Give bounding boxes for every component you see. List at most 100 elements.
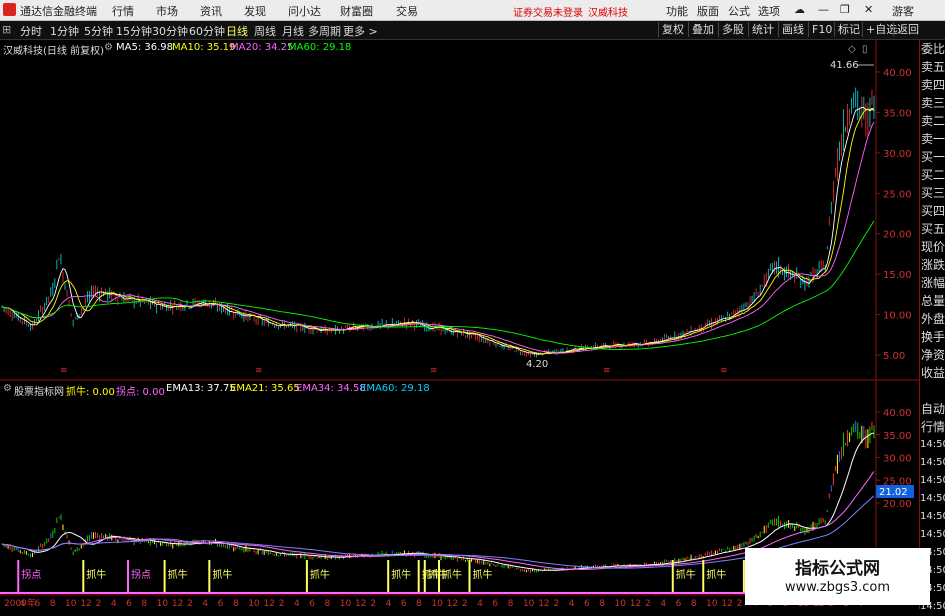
sidebar-label[interactable]: 14:50 xyxy=(920,508,945,526)
sidebar-label[interactable]: 卖五 xyxy=(920,58,945,76)
sidebar-label[interactable]: 外盘 xyxy=(920,310,945,328)
time-axis-label: 8 xyxy=(141,599,147,609)
sidebar-label[interactable]: 14:50 xyxy=(920,526,945,544)
time-axis-label: 4 xyxy=(111,599,117,609)
sidebar-label[interactable]: 14:50 xyxy=(920,472,945,490)
settings-gear-icon[interactable]: ⚙ xyxy=(104,42,113,53)
watermark: 指标公式网 www.zbgs3.com xyxy=(745,548,930,605)
time-axis-label: 8 xyxy=(325,599,331,609)
price-tick-label: 30.00 xyxy=(883,149,912,160)
time-axis-label: 6 xyxy=(218,599,224,609)
ema21-legend: EMA21: 35.65 xyxy=(230,383,300,394)
sidebar-label[interactable]: 收益 xyxy=(920,364,945,382)
ma5-legend: MA5: 36.98 xyxy=(116,42,174,53)
time-axis-label: 12 xyxy=(538,599,549,609)
sidebar-label[interactable]: 总量 xyxy=(920,292,945,310)
time-axis-label: 10 xyxy=(615,599,627,609)
signal-label: 抓牛 xyxy=(168,568,188,581)
time-axis-label: 2 xyxy=(96,599,102,609)
ema60-legend: EMA60: 29.18 xyxy=(360,383,430,394)
diamond-icon[interactable]: ◇ xyxy=(848,44,856,55)
signal-label: 抓牛 xyxy=(212,568,232,581)
ema-line xyxy=(1,432,874,571)
indicator-gear-icon[interactable]: ⚙ xyxy=(3,383,12,394)
time-axis-label: 4 xyxy=(386,599,392,609)
price-tick-label: 20.00 xyxy=(883,499,912,510)
sidebar-label[interactable]: 14:50 xyxy=(920,490,945,508)
sidebar-label[interactable]: 现价 xyxy=(920,238,945,256)
sidebar-label[interactable]: 买五 xyxy=(920,220,945,238)
price-tick-label: 40.00 xyxy=(883,68,912,79)
price-tick-label: 15.00 xyxy=(883,270,912,281)
ma-line xyxy=(1,220,875,350)
indicator-title: 股票指标网 xyxy=(14,387,64,398)
signal-label: 抓牛 xyxy=(676,568,696,581)
sidebar-label[interactable]: 14:50 xyxy=(920,454,945,472)
chart-area[interactable]: 40.0035.0030.0025.0020.0015.0010.005.00 … xyxy=(0,0,945,609)
time-axis-label: 2 xyxy=(187,599,193,609)
quote-sidebar: 委比 卖五 卖四 卖三 卖二 卖一 买一 买二 买三 买四 买五 现价 涨跌 涨幅 总量 外盘 换手 净资 收益自动… xyxy=(919,40,945,612)
guaidian-legend: 拐点: 0.00 xyxy=(116,387,165,398)
sidebar-label[interactable]: 换手 xyxy=(920,328,945,346)
sidebar-label[interactable]: 14:50 xyxy=(920,436,945,454)
time-axis-label: 10 xyxy=(523,599,535,609)
time-axis-label: 4 xyxy=(477,599,483,609)
time-axis-labels: 2009年4 6 8 10 12 2 4 6 8 10 12 2 4 6 8 10 12 2 4 6 8 10 12 2 4 6 8… xyxy=(4,597,864,609)
time-axis-label: 2 xyxy=(737,599,743,609)
event-marker: ≋ xyxy=(430,366,438,376)
sidebar-label[interactable]: 买三 xyxy=(920,184,945,202)
indicator-value-text: 21.02 xyxy=(879,487,908,498)
time-axis-label: 8 xyxy=(508,599,514,609)
price-tick-label: 40.00 xyxy=(883,408,912,419)
zhuaniu-legend: 抓牛: 0.00 xyxy=(66,387,115,398)
time-axis-label: 10 xyxy=(340,599,352,609)
time-axis-label: 6 xyxy=(126,599,132,609)
sidebar-label[interactable] xyxy=(920,382,945,400)
price-tick-label: 20.00 xyxy=(883,230,912,241)
ma10-legend: MA10: 35.19 xyxy=(172,42,236,53)
sidebar-label[interactable]: 净资 xyxy=(920,346,945,364)
time-axis-label: 12 xyxy=(721,599,732,609)
sidebar-label[interactable]: 委比 xyxy=(920,40,945,58)
ema-line xyxy=(1,495,875,569)
signal-label: 抓牛 xyxy=(310,568,330,581)
main-ma-lines xyxy=(1,106,875,355)
time-axis-label: 6 xyxy=(492,599,498,609)
sidebar-label[interactable]: 买一 xyxy=(920,148,945,166)
sidebar-label[interactable]: 买四 xyxy=(920,202,945,220)
sidebar-label[interactable]: 卖三 xyxy=(920,94,945,112)
time-axis-label: 4 xyxy=(294,599,300,609)
time-axis-label: 10 xyxy=(248,599,260,609)
sidebar-label[interactable]: 自动 xyxy=(920,400,945,418)
sidebar-label[interactable]: 卖二 xyxy=(920,112,945,130)
sidebar-label[interactable]: 买二 xyxy=(920,166,945,184)
time-axis-label: 10 xyxy=(65,599,77,609)
sidebar-label[interactable]: 涨跌 xyxy=(920,256,945,274)
time-axis-label: 10 xyxy=(706,599,718,609)
ma-line xyxy=(1,121,875,354)
event-marker: ≋ xyxy=(255,366,263,376)
high-price-label: 41.66 xyxy=(830,60,859,71)
event-markers: ≋ ≋ ≋ ≋ ≋ xyxy=(60,366,728,376)
time-axis-label: 6 xyxy=(309,599,315,609)
time-axis-label: 8 xyxy=(691,599,697,609)
time-axis-label: 4 xyxy=(660,599,666,609)
time-axis-label: 12 xyxy=(263,599,274,609)
sidebar-label[interactable]: 行情 xyxy=(920,418,945,436)
time-axis-label: 6 xyxy=(584,599,590,609)
price-tick-label: 5.00 xyxy=(883,351,905,362)
signal-label: 抓牛 xyxy=(706,568,726,581)
time-axis-label: 12 xyxy=(630,599,641,609)
panel-toggle-icon[interactable]: ▯ xyxy=(862,44,868,55)
watermark-title: 指标公式网 xyxy=(795,559,880,579)
time-axis-label: 12 xyxy=(447,599,458,609)
sidebar-label[interactable]: 涨幅 xyxy=(920,274,945,292)
signal-label: 拐点 xyxy=(21,568,41,581)
indicator-candles xyxy=(1,420,875,573)
time-axis-label: 10 xyxy=(157,599,169,609)
ma60-legend: MA60: 29.18 xyxy=(288,42,352,53)
price-tick-label: 10.00 xyxy=(883,311,912,322)
sidebar-label[interactable]: 卖四 xyxy=(920,76,945,94)
sidebar-label[interactable]: 卖一 xyxy=(920,130,945,148)
time-axis-label: 8 xyxy=(599,599,605,609)
